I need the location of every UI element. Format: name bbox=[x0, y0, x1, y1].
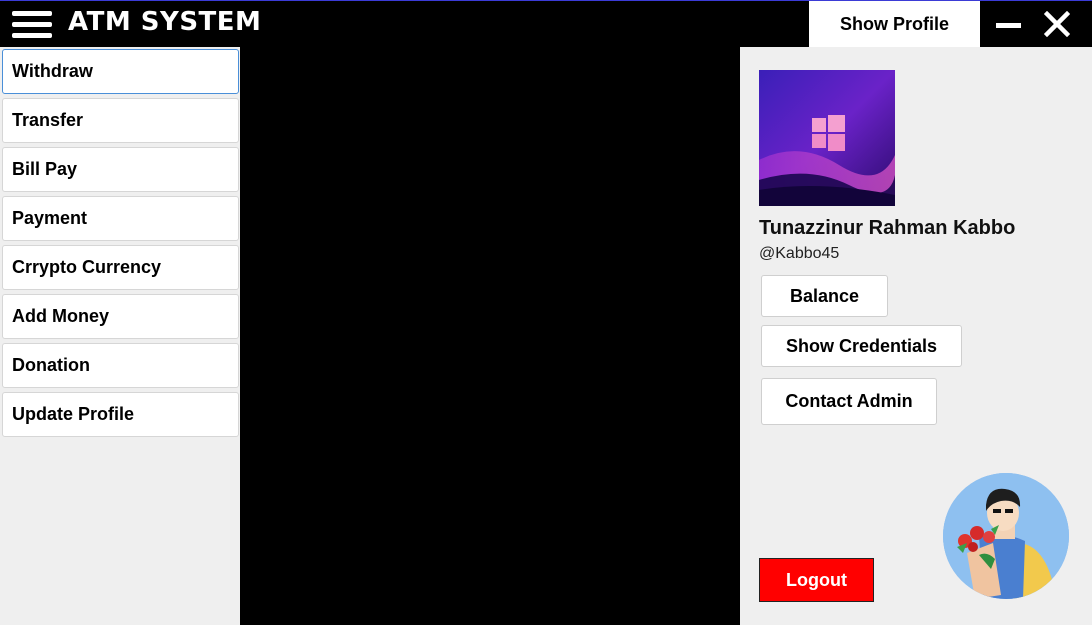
hamburger-menu-icon[interactable] bbox=[12, 11, 52, 39]
sidebar-item-donation[interactable]: Donation bbox=[2, 343, 239, 388]
sidebar: Withdraw Transfer Bill Pay Payment Crryp… bbox=[0, 47, 240, 625]
balance-button[interactable]: Balance bbox=[761, 275, 888, 317]
app-title: ATM SYSTEM bbox=[68, 7, 262, 37]
sidebar-item-bill-pay[interactable]: Bill Pay bbox=[2, 147, 239, 192]
show-credentials-button[interactable]: Show Credentials bbox=[761, 325, 962, 367]
show-profile-button[interactable]: Show Profile bbox=[809, 1, 980, 48]
sidebar-item-add-money[interactable]: Add Money bbox=[2, 294, 239, 339]
profile-panel: Tunazzinur Rahman Kabbo @Kabbo45 Balance… bbox=[740, 47, 1092, 625]
close-icon[interactable] bbox=[1043, 10, 1071, 38]
sidebar-item-payment[interactable]: Payment bbox=[2, 196, 239, 241]
main-content-area bbox=[240, 47, 740, 625]
contact-admin-button[interactable]: Contact Admin bbox=[761, 378, 937, 425]
profile-picture bbox=[759, 70, 895, 206]
minimize-icon[interactable] bbox=[996, 13, 1024, 37]
title-bar: ATM SYSTEM Show Profile bbox=[0, 0, 1092, 48]
sidebar-item-withdraw[interactable]: Withdraw bbox=[2, 49, 239, 94]
sidebar-item-update-profile[interactable]: Update Profile bbox=[2, 392, 239, 437]
logout-button[interactable]: Logout bbox=[759, 558, 874, 602]
avatar bbox=[943, 473, 1069, 599]
profile-handle: @Kabbo45 bbox=[759, 245, 840, 262]
profile-name: Tunazzinur Rahman Kabbo bbox=[759, 217, 1016, 239]
sidebar-item-transfer[interactable]: Transfer bbox=[2, 98, 239, 143]
sidebar-item-crypto-currency[interactable]: Crrypto Currency bbox=[2, 245, 239, 290]
